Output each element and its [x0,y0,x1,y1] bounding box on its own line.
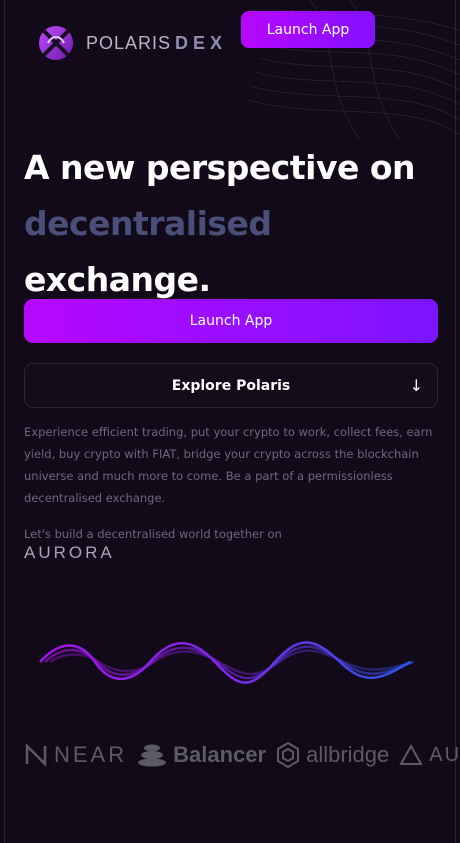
aurora-icon [399,743,423,765]
launch-app-button[interactable]: Launch App [24,299,438,343]
brand-name: POLARIS DEX [86,32,228,53]
hero-accent-word: decentralised [24,204,272,243]
explore-polaris-button[interactable]: Explore Polaris ↓ [24,363,438,408]
site-header: POLARIS DEX Launch App [0,0,460,60]
partner-allbridge[interactable]: allbridge [276,742,389,768]
partners-strip: NEAR Balancer allbridge AURO [24,735,460,775]
allbridge-icon [277,742,300,768]
wave-decoration [0,641,460,684]
partner-aurora[interactable]: AURO [399,743,460,767]
hero-heading: A new perspective on decentralised excha… [24,140,444,308]
header-launch-app-button[interactable]: Launch App [241,11,375,48]
brand-suffix: DEX [175,32,228,53]
partner-balancer-label: Balancer [173,742,267,767]
partner-aurora-label: AURO [429,743,460,766]
partner-allbridge-label: allbridge [306,742,390,767]
polaris-logo[interactable]: POLARIS DEX [36,23,227,63]
build-note: Let's build a decentralised world togeth… [24,527,282,541]
partner-balancer[interactable]: Balancer [137,742,266,768]
hero-line-2-rest: exchange. [24,260,211,299]
polaris-logo-icon [39,26,73,60]
explore-polaris-label: Explore Polaris [171,377,291,394]
hero-line-1: A new perspective on [24,148,416,187]
near-icon [25,743,47,767]
aurora-logo[interactable]: AURORA [24,543,115,563]
hero-line-2: decentralised exchange. [24,196,444,308]
balancer-icon [138,744,167,767]
frame-left-border [4,0,5,843]
partner-near-label: NEAR [54,742,128,767]
partner-near[interactable]: NEAR [24,742,127,768]
description-text: Experience efficient trading, put your c… [24,425,433,505]
arrow-down-icon: ↓ [409,376,423,395]
